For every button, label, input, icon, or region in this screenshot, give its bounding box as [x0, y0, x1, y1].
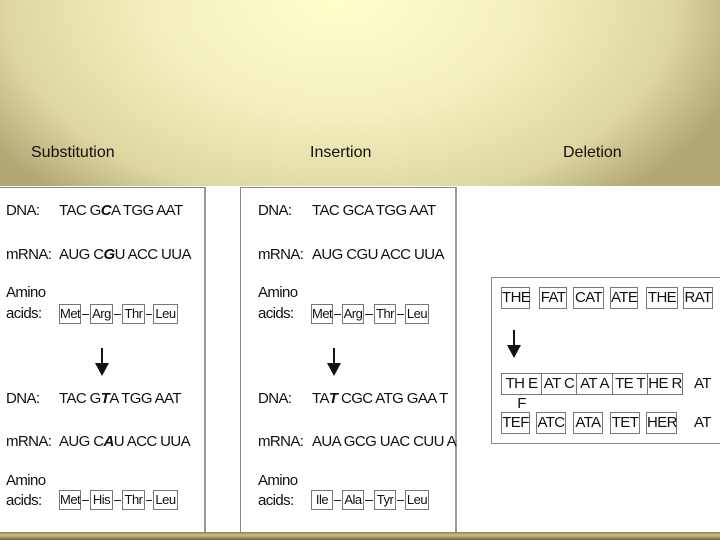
amino-acid-box: Leu [405, 304, 429, 324]
down-arrow-icon [95, 348, 109, 376]
title-substitution: Substitution [31, 144, 115, 161]
dna-label: DNA: [6, 202, 40, 219]
peptide-bond-dash [82, 500, 89, 501]
amino-acid-box: Tyr [374, 490, 396, 510]
amino-label: Amino [258, 472, 298, 489]
result-tail: AT [694, 414, 711, 431]
amino-acid-box: Leu [153, 304, 178, 324]
amino-acid-box: Thr [374, 304, 396, 324]
dna-label: DNA: [258, 390, 292, 407]
acids-label: acids: [258, 492, 294, 509]
peptide-bond-dash [82, 314, 89, 315]
mrna-label: mRNA: [6, 246, 52, 263]
word-box-shifted: AT A [576, 373, 613, 395]
dna-sequence-original: TAC GCA TGG AAT [312, 202, 436, 219]
acids-label: acids: [6, 305, 42, 322]
peptide-bond-dash [397, 314, 404, 315]
mrna-label: mRNA: [258, 246, 304, 263]
title-insertion: Insertion [310, 144, 372, 161]
amino-acid-box: Thr [122, 304, 145, 324]
amino-label: Amino [6, 472, 46, 489]
acids-label: acids: [6, 492, 42, 509]
word-box-shifted: TH E F [501, 373, 542, 412]
word-box-shifted: AT C [541, 373, 577, 395]
word-box-result: ATA [573, 412, 603, 434]
peptide-bond-dash [146, 500, 152, 501]
peptide-bond-dash [114, 314, 121, 315]
amino-label: Amino [6, 284, 46, 301]
peptide-bond-dash [334, 500, 341, 501]
down-arrow-icon [327, 348, 341, 376]
word-box-original: FAT [539, 287, 567, 309]
amino-acid-box: Met [311, 304, 333, 324]
peptide-bond-dash [397, 500, 404, 501]
amino-acid-box: Arg [342, 304, 364, 324]
dna-label: DNA: [258, 202, 292, 219]
amino-acid-box: Ala [342, 490, 364, 510]
dna-sequence-mutated: TAT CGC ATG GAA T [312, 390, 448, 407]
amino-acid-box: Leu [405, 490, 429, 510]
bottom-border [0, 532, 720, 540]
mrna-sequence-original: AUG CGU ACC UUA [59, 246, 191, 263]
dna-sequence-original: TAC GCA TGG AAT [59, 202, 183, 219]
word-box-shifted: HE R [647, 373, 683, 395]
amino-acid-box: Leu [153, 490, 178, 510]
peptide-bond-dash [365, 500, 373, 501]
amino-acid-box: His [90, 490, 113, 510]
mrna-label: mRNA: [6, 433, 52, 450]
dna-sequence-mutated: TAC GTA TGG AAT [59, 390, 181, 407]
word-box-result: TET [610, 412, 640, 434]
mrna-sequence-mutated: AUA GCG UAC CUU A [312, 433, 457, 450]
word-box-shifted: TE T [612, 373, 648, 395]
amino-acid-box: Thr [122, 490, 145, 510]
peptide-bond-dash [146, 314, 152, 315]
amino-acid-box: Met [59, 304, 81, 324]
peptide-bond-dash [334, 314, 341, 315]
word-box-result: ATC [536, 412, 566, 434]
peptide-bond-dash [114, 500, 121, 501]
word-box-original: CAT [573, 287, 604, 309]
acids-label: acids: [258, 305, 294, 322]
word-box-original: THE [501, 287, 531, 309]
word-box-original: RAT [683, 287, 713, 309]
shifted-tail: AT [694, 375, 711, 392]
word-box-result: TEF [501, 412, 530, 434]
amino-label: Amino [258, 284, 298, 301]
word-box-original: THE [646, 287, 678, 309]
mrna-sequence-original: AUG CGU ACC UUA [312, 246, 444, 263]
word-box-result: HER [646, 412, 677, 434]
title-deletion: Deletion [563, 144, 622, 161]
mrna-label: mRNA: [258, 433, 304, 450]
amino-acid-box: Ile [311, 490, 333, 510]
peptide-bond-dash [365, 314, 373, 315]
mrna-sequence-mutated: AUG CAU ACC UUA [59, 433, 191, 450]
amino-acid-box: Arg [90, 304, 113, 324]
dna-label: DNA: [6, 390, 40, 407]
down-arrow-icon [507, 330, 521, 358]
word-box-original: ATE [610, 287, 638, 309]
amino-acid-box: Met [59, 490, 81, 510]
